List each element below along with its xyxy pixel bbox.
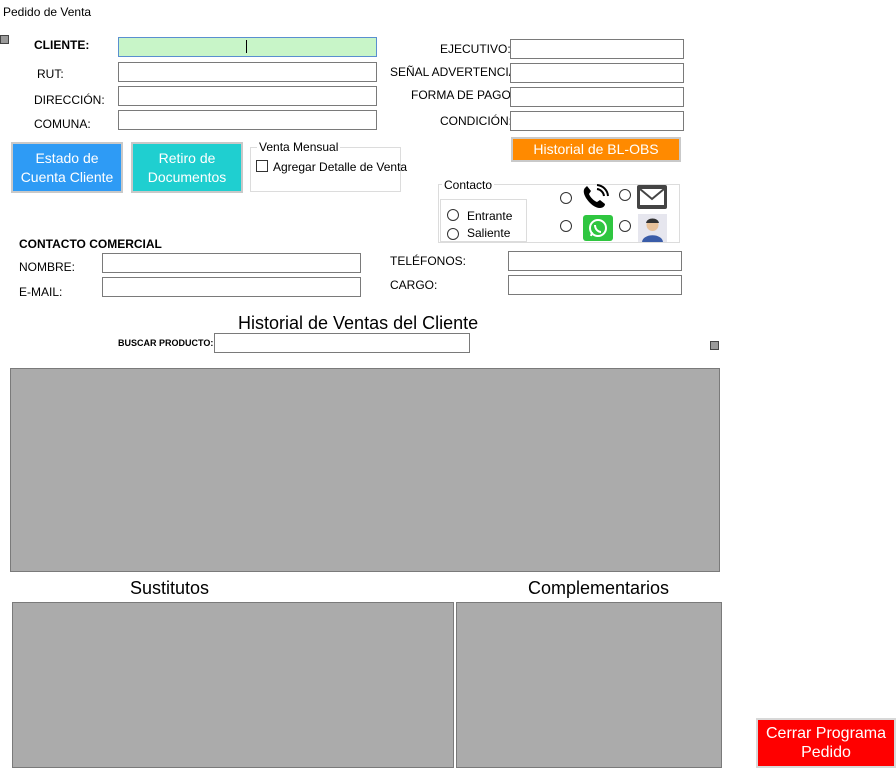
senal-advertencia-label: SEÑAL ADVERTENCIA:: [390, 65, 521, 79]
historial-bl-obs-button-label: Historial de BL-OBS: [533, 141, 659, 157]
rut-input[interactable]: [118, 62, 377, 82]
comuna-input[interactable]: [118, 110, 377, 130]
sustitutos-title: Sustitutos: [130, 578, 210, 598]
entrante-radio[interactable]: [447, 209, 459, 221]
saliente-label: Saliente: [467, 226, 511, 240]
ejecutivo-input[interactable]: [510, 39, 684, 59]
whatsapp-icon[interactable]: [583, 215, 613, 241]
email-icon[interactable]: [637, 185, 667, 209]
buscar-producto-input[interactable]: [214, 333, 470, 353]
complementarios-title: Complementarios: [528, 578, 670, 598]
person-radio[interactable]: [619, 220, 631, 232]
telefonos-input[interactable]: [508, 251, 682, 271]
complementarios-grid[interactable]: [456, 602, 722, 768]
rut-label: RUT:: [37, 67, 64, 81]
whatsapp-radio[interactable]: [560, 220, 572, 232]
ejecutivo-label: EJECUTIVO:: [440, 42, 511, 56]
phone-radio[interactable]: [560, 192, 572, 204]
direccion-label: DIRECCIÓN:: [34, 93, 105, 107]
forma-pago-label: FORMA DE PAGO:: [411, 88, 515, 102]
estado-cuenta-button[interactable]: Estado de Cuenta Cliente: [11, 142, 123, 193]
cerrar-programa-button-label: Cerrar Programa Pedido: [765, 725, 887, 761]
cliente-input[interactable]: [118, 37, 377, 57]
retiro-documentos-button[interactable]: Retiro de Documentos: [131, 142, 243, 193]
buscar-producto-label: BUSCAR PRODUCTO:: [118, 338, 214, 348]
comuna-label: COMUNA:: [34, 117, 91, 131]
email-input[interactable]: [102, 277, 361, 297]
phone-icon[interactable]: [580, 183, 612, 211]
window-title: Pedido de Venta: [3, 5, 92, 19]
email-radio[interactable]: [619, 189, 631, 201]
venta-mensual-legend: Venta Mensual: [257, 140, 341, 154]
condicion-label: CONDICIÓN:: [440, 114, 512, 128]
condicion-input[interactable]: [510, 111, 684, 131]
resize-handle[interactable]: [0, 35, 9, 44]
agregar-detalle-label: Agregar Detalle de Venta: [273, 160, 408, 174]
senal-advertencia-input[interactable]: [510, 63, 684, 83]
direccion-input[interactable]: [118, 86, 377, 106]
cargo-input[interactable]: [508, 275, 682, 295]
sustitutos-grid[interactable]: [12, 602, 454, 768]
retiro-documentos-button-label: Retiro de Documentos: [147, 149, 227, 185]
text-cursor: [246, 40, 247, 53]
historial-ventas-grid[interactable]: [10, 368, 720, 572]
email-label: E-MAIL:: [19, 285, 63, 299]
cargo-label: CARGO:: [390, 278, 438, 292]
contacto-legend: Contacto: [442, 178, 495, 192]
cerrar-programa-button[interactable]: Cerrar Programa Pedido: [756, 718, 896, 768]
nombre-input[interactable]: [102, 253, 361, 273]
contacto-comercial-title: CONTACTO COMERCIAL: [19, 237, 162, 251]
estado-cuenta-button-label: Estado de Cuenta Cliente: [20, 149, 114, 185]
saliente-radio[interactable]: [447, 228, 459, 240]
cliente-label: CLIENTE:: [34, 38, 90, 52]
agregar-detalle-checkbox[interactable]: [256, 160, 268, 172]
person-icon[interactable]: [638, 214, 667, 242]
resize-handle-right[interactable]: [710, 341, 719, 350]
historial-ventas-title: Historial de Ventas del Cliente: [238, 313, 479, 333]
historial-bl-obs-button[interactable]: Historial de BL-OBS: [511, 137, 681, 162]
entrante-label: Entrante: [467, 209, 513, 223]
forma-pago-input[interactable]: [510, 87, 684, 107]
telefonos-label: TELÉFONOS:: [390, 254, 467, 268]
nombre-label: NOMBRE:: [19, 260, 76, 274]
